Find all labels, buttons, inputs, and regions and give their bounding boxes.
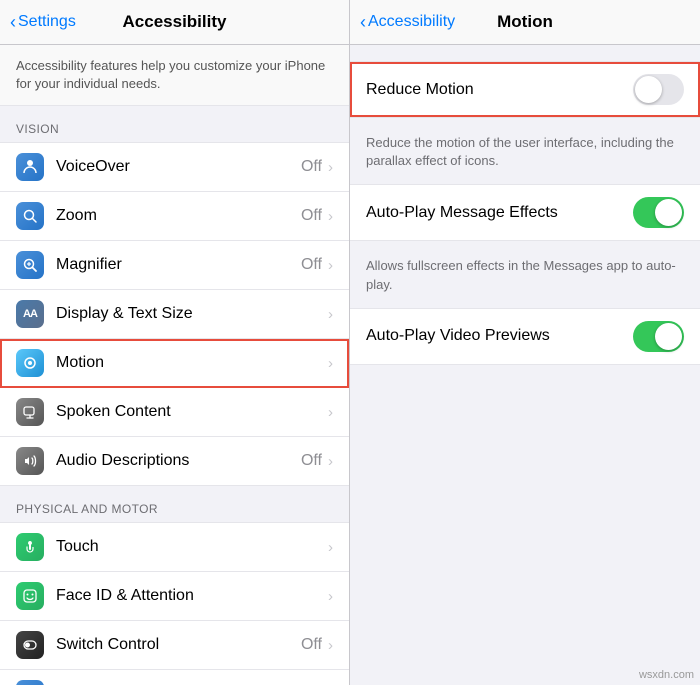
touch-item[interactable]: Touch ›: [0, 523, 349, 572]
motion-chevron-icon: ›: [328, 355, 333, 372]
zoom-value: Off: [301, 207, 322, 225]
reduce-motion-group: Reduce Motion: [350, 61, 700, 118]
display-chevron-icon: ›: [328, 306, 333, 323]
faceid-label: Face ID & Attention: [56, 587, 328, 605]
physical-section-header: PHYSICAL AND MOTOR: [0, 486, 349, 522]
display-item[interactable]: AA Display & Text Size ›: [0, 290, 349, 339]
accessibility-back-button[interactable]: ‹ Accessibility: [360, 13, 455, 31]
zoom-label: Zoom: [56, 207, 301, 225]
voiceover-value: Off: [301, 158, 322, 176]
voice-control-item[interactable]: Voice Control Off ›: [0, 670, 349, 685]
faceid-item[interactable]: Face ID & Attention ›: [0, 572, 349, 621]
reduce-motion-description: Reduce the motion of the user interface,…: [350, 126, 700, 184]
motion-icon: [16, 349, 44, 377]
spoken-icon: [16, 398, 44, 426]
physical-settings-group: Touch › Face ID & Attention › Switch Con…: [0, 522, 349, 685]
motion-item[interactable]: Motion ›: [0, 339, 349, 388]
right-panel: ‹ Accessibility Motion Reduce Motion Red…: [350, 0, 700, 685]
zoom-chevron-icon: ›: [328, 208, 333, 225]
auto-play-messages-knob: [655, 199, 682, 226]
voiceover-item[interactable]: VoiceOver Off ›: [0, 143, 349, 192]
auto-play-messages-group: Auto-Play Message Effects: [350, 184, 700, 241]
auto-play-messages-label: Auto-Play Message Effects: [366, 204, 633, 222]
audio-icon: [16, 447, 44, 475]
switch-icon: [16, 631, 44, 659]
voiceover-chevron-icon: ›: [328, 159, 333, 176]
audio-label: Audio Descriptions: [56, 452, 301, 470]
reduce-motion-toggle[interactable]: [633, 74, 684, 105]
display-icon: AA: [16, 300, 44, 328]
auto-play-video-knob: [655, 323, 682, 350]
touch-label: Touch: [56, 538, 328, 556]
accessibility-description: Accessibility features help you customiz…: [0, 45, 349, 106]
auto-play-video-label: Auto-Play Video Previews: [366, 327, 633, 345]
touch-chevron-icon: ›: [328, 539, 333, 556]
toggle-knob: [635, 76, 662, 103]
magnifier-icon: [16, 251, 44, 279]
watermark: wsxdn.com: [639, 669, 694, 681]
audio-chevron-icon: ›: [328, 453, 333, 470]
right-nav-bar: ‹ Accessibility Motion: [350, 0, 700, 45]
reduce-motion-item[interactable]: Reduce Motion: [350, 62, 700, 117]
vision-settings-group: VoiceOver Off › Zoom Off › Magnifier Off: [0, 142, 349, 486]
voice-icon: [16, 680, 44, 685]
switch-label: Switch Control: [56, 636, 301, 654]
right-nav-title: Motion: [497, 12, 553, 32]
zoom-icon: [16, 202, 44, 230]
voiceover-label: VoiceOver: [56, 158, 301, 176]
back-chevron-icon: ‹: [10, 13, 16, 31]
magnifier-label: Magnifier: [56, 256, 301, 274]
right-back-label: Accessibility: [368, 13, 455, 31]
auto-play-video-item[interactable]: Auto-Play Video Previews: [350, 309, 700, 364]
vision-section-header: VISION: [0, 106, 349, 142]
motion-label: Motion: [56, 354, 328, 372]
voiceover-icon: [16, 153, 44, 181]
magnifier-item[interactable]: Magnifier Off ›: [0, 241, 349, 290]
settings-back-button[interactable]: ‹ Settings: [10, 13, 76, 31]
audio-value: Off: [301, 452, 322, 470]
auto-play-messages-toggle[interactable]: [633, 197, 684, 228]
motion-settings-content: Reduce Motion Reduce the motion of the u…: [350, 45, 700, 685]
auto-play-messages-description: Allows fullscreen effects in the Message…: [350, 249, 700, 307]
zoom-item[interactable]: Zoom Off ›: [0, 192, 349, 241]
faceid-chevron-icon: ›: [328, 588, 333, 605]
switch-control-item[interactable]: Switch Control Off ›: [0, 621, 349, 670]
audio-descriptions-item[interactable]: Audio Descriptions Off ›: [0, 437, 349, 485]
spoken-label: Spoken Content: [56, 403, 328, 421]
left-scroll-area: Accessibility features help you customiz…: [0, 45, 349, 685]
switch-value: Off: [301, 636, 322, 654]
left-nav-title: Accessibility: [123, 12, 227, 32]
reduce-motion-label: Reduce Motion: [366, 81, 633, 99]
right-back-chevron-icon: ‹: [360, 13, 366, 31]
magnifier-chevron-icon: ›: [328, 257, 333, 274]
spoken-content-item[interactable]: Spoken Content ›: [0, 388, 349, 437]
display-label: Display & Text Size: [56, 305, 328, 323]
faceid-icon: [16, 582, 44, 610]
magnifier-value: Off: [301, 256, 322, 274]
switch-chevron-icon: ›: [328, 637, 333, 654]
touch-icon: [16, 533, 44, 561]
left-panel: ‹ Settings Accessibility Accessibility f…: [0, 0, 350, 685]
back-label: Settings: [18, 13, 76, 31]
spoken-chevron-icon: ›: [328, 404, 333, 421]
left-nav-bar: ‹ Settings Accessibility: [0, 0, 349, 45]
auto-play-video-toggle[interactable]: [633, 321, 684, 352]
auto-play-messages-item[interactable]: Auto-Play Message Effects: [350, 185, 700, 240]
auto-play-video-group: Auto-Play Video Previews: [350, 308, 700, 365]
